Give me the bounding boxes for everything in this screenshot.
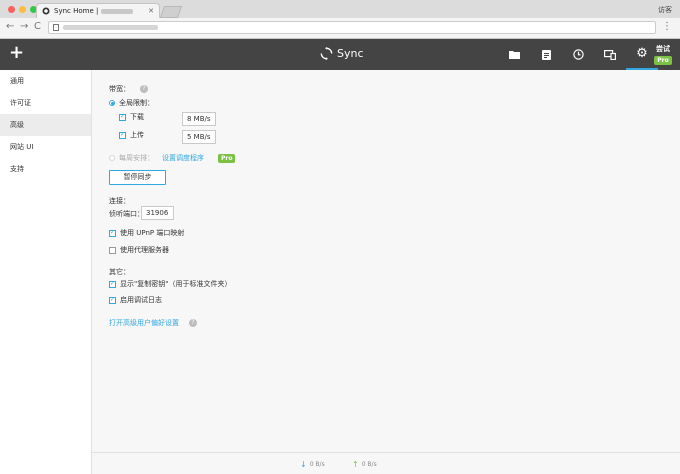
- download-limit-checkbox[interactable]: ✓: [119, 113, 126, 121]
- trial-label: 尝试: [656, 45, 670, 53]
- clock-icon: [572, 49, 584, 60]
- weekly-schedule-radio[interactable]: [109, 155, 115, 161]
- upload-rate-value: 0 B/s: [361, 461, 377, 468]
- tab-strip: Sync Home | ✕ 访客: [0, 0, 680, 18]
- advanced-settings-panel: 带宽： ? 全局限制： ✓ 下载 8 MB/s ✓ 上传 5 MB/s 每周安排…: [92, 70, 680, 452]
- upload-arrow-icon: ↑: [352, 460, 359, 469]
- copy-link-checkbox[interactable]: ✓: [109, 280, 116, 288]
- devices-nav-button[interactable]: [594, 39, 626, 70]
- tab-close-icon[interactable]: ✕: [148, 7, 154, 15]
- download-limit-input[interactable]: 8 MB/s: [182, 112, 216, 126]
- brand-name: Sync: [337, 47, 364, 60]
- listening-port-input[interactable]: 31906: [141, 206, 174, 220]
- sidebar-item-advanced[interactable]: 高级: [0, 114, 91, 136]
- copy-link-row: ✓ 显示"复制密钥"（用于标准文件夹）: [109, 279, 231, 289]
- upload-limit-label: 上传: [130, 131, 144, 139]
- download-limit-row: ✓ 下载: [119, 112, 144, 122]
- upload-limit-row: ✓ 上传: [119, 130, 144, 140]
- scheduler-pro-badge: Pro: [218, 153, 236, 163]
- global-limit-label: 全局限制：: [119, 99, 154, 107]
- proxy-row: 使用代理服务器: [109, 245, 169, 255]
- browser-chrome: Sync Home | ✕ 访客 ← → C ⋮: [0, 0, 680, 39]
- folder-icon: [508, 51, 520, 59]
- window-controls: [8, 6, 37, 13]
- sync-logo: Sync: [320, 47, 364, 60]
- upload-rate: ↑ 0 B/s: [352, 460, 377, 469]
- reload-icon[interactable]: C: [34, 22, 41, 32]
- global-limit-row[interactable]: 全局限制：: [109, 98, 154, 108]
- app-header: + Sync ⚙ 尝试 Pro: [0, 39, 680, 70]
- folders-nav-button[interactable]: [498, 39, 530, 70]
- browser-tab[interactable]: Sync Home | ✕: [36, 3, 160, 18]
- trial-pro-button[interactable]: 尝试 Pro: [650, 44, 676, 65]
- download-rate: ↓ 0 B/s: [300, 460, 325, 469]
- bandwidth-heading-row: 带宽： ?: [109, 84, 148, 94]
- add-folder-button[interactable]: +: [9, 43, 24, 63]
- debug-log-label: 启用调试日志: [120, 296, 162, 304]
- sidebar-item-web-ui[interactable]: 网站 UI: [0, 136, 91, 158]
- header-nav: ⚙: [498, 39, 658, 70]
- back-arrow-icon[interactable]: ←: [6, 22, 14, 32]
- gear-icon: ⚙: [636, 46, 648, 61]
- upnp-label: 使用 UPnP 端口映射: [120, 229, 185, 237]
- sidebar-item-license[interactable]: 许可证: [0, 92, 91, 114]
- page-info-icon[interactable]: [53, 24, 59, 31]
- sidebar-item-general[interactable]: 通用: [0, 70, 91, 92]
- proxy-label: 使用代理服务器: [120, 246, 169, 254]
- transfer-status-bar: ↓ 0 B/s ↑ 0 B/s: [92, 452, 680, 474]
- browser-toolbar: ← → C ⋮: [0, 18, 680, 38]
- guest-profile-label[interactable]: 访客: [658, 5, 672, 15]
- download-rate-value: 0 B/s: [309, 461, 325, 468]
- listening-port-label: 侦听端口：: [109, 210, 144, 218]
- advanced-prefs-link[interactable]: 打开高级用户偏好设置: [109, 318, 179, 328]
- forward-arrow-icon[interactable]: →: [20, 22, 28, 32]
- url-text: [63, 25, 158, 30]
- transfers-nav-button[interactable]: [530, 39, 562, 70]
- browser-menu-icon[interactable]: ⋮: [662, 22, 672, 32]
- minimize-window-button[interactable]: [19, 6, 26, 13]
- advanced-prefs-help-icon[interactable]: ?: [189, 319, 197, 327]
- tab-title: Sync Home |: [54, 7, 144, 15]
- weekly-schedule-label: 每周安排：: [119, 154, 154, 162]
- address-bar[interactable]: [48, 21, 656, 34]
- preferences-sidebar: 通用 许可证 高级 网站 UI 支持: [0, 70, 92, 474]
- scheduler-link[interactable]: 设置调度程序: [162, 153, 204, 163]
- new-tab-button[interactable]: [159, 6, 183, 18]
- upnp-row: ✓ 使用 UPnP 端口映射: [109, 228, 184, 238]
- pause-sync-button[interactable]: 暂停同步: [109, 170, 166, 185]
- copy-link-label: 显示"复制密钥"（用于标准文件夹）: [120, 280, 232, 288]
- devices-icon: [604, 49, 616, 60]
- weekly-schedule-row: 每周安排： 设置调度程序 Pro: [109, 153, 236, 163]
- trial-pro-badge: Pro: [654, 56, 672, 65]
- bandwidth-heading: 带宽：: [109, 85, 130, 93]
- sidebar-item-support[interactable]: 支持: [0, 158, 91, 180]
- upnp-checkbox[interactable]: ✓: [109, 229, 116, 237]
- document-list-icon: [541, 49, 551, 60]
- proxy-checkbox[interactable]: [109, 246, 116, 254]
- upload-limit-checkbox[interactable]: ✓: [119, 131, 126, 139]
- debug-log-row: ✓ 启用调试日志: [109, 295, 162, 305]
- sync-logo-icon: [320, 47, 333, 60]
- history-nav-button[interactable]: [562, 39, 594, 70]
- download-arrow-icon: ↓: [300, 460, 307, 469]
- sync-favicon-icon: [42, 7, 50, 15]
- download-limit-label: 下载: [130, 113, 144, 121]
- debug-log-checkbox[interactable]: ✓: [109, 296, 116, 304]
- listening-port-row: 侦听端口：: [109, 209, 144, 219]
- upload-limit-input[interactable]: 5 MB/s: [182, 130, 216, 144]
- connection-heading: 连接：: [109, 197, 130, 205]
- bandwidth-help-icon[interactable]: ?: [140, 85, 148, 93]
- close-window-button[interactable]: [8, 6, 15, 13]
- global-limit-radio[interactable]: [109, 100, 115, 106]
- other-heading: 其它：: [109, 268, 130, 276]
- advanced-prefs-row: 打开高级用户偏好设置 ?: [109, 318, 197, 328]
